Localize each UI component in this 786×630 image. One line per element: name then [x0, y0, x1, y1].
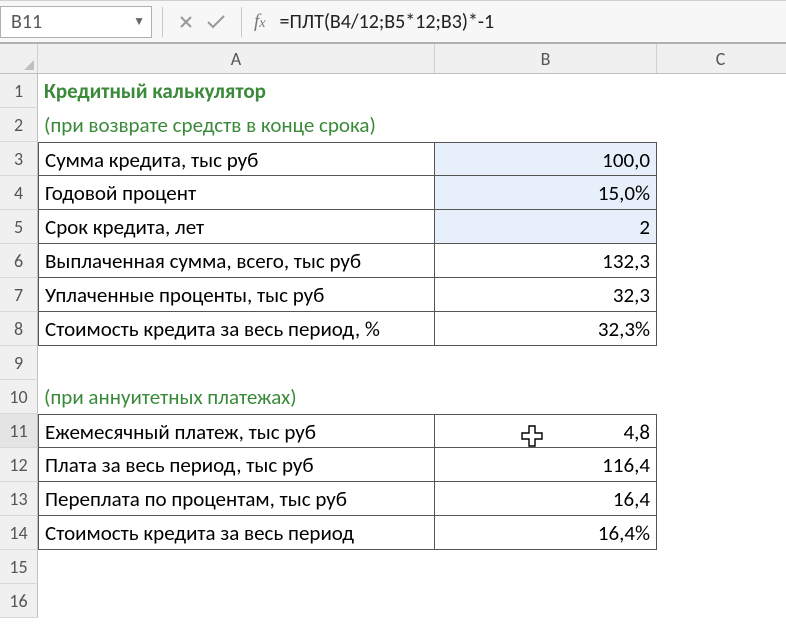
cell-A3[interactable]: Сумма кредита, тыс руб: [38, 142, 435, 176]
cell-C5[interactable]: [657, 210, 784, 244]
cell-B2[interactable]: [435, 108, 657, 142]
table-row: 7 Уплаченные проценты, тыс руб 32,3: [0, 278, 786, 312]
cell-B5[interactable]: 2: [435, 210, 657, 244]
row-header[interactable]: 1: [0, 74, 38, 108]
cell-A12[interactable]: Плата за весь период, тыс руб: [38, 448, 435, 482]
row-header[interactable]: 8: [0, 312, 38, 346]
table-row: 14 Стоимость кредита за весь период 16,4…: [0, 516, 786, 550]
col-header-A[interactable]: A: [38, 44, 435, 73]
enter-formula-button[interactable]: [201, 7, 231, 37]
table-row: 4 Годовой процент 15,0%: [0, 176, 786, 210]
cell-C14[interactable]: [657, 516, 784, 550]
row-header[interactable]: 16: [0, 584, 38, 618]
row-header[interactable]: 15: [0, 550, 38, 584]
table-row: 3 Сумма кредита, тыс руб 100,0: [0, 142, 786, 176]
cell-A8[interactable]: Стоимость кредита за весь период, %: [38, 312, 435, 346]
row-header[interactable]: 7: [0, 278, 38, 312]
cell-A15[interactable]: [38, 550, 435, 584]
cell-B6[interactable]: 132,3: [435, 244, 657, 278]
table-row: 9: [0, 346, 786, 380]
row-header[interactable]: 10: [0, 380, 38, 414]
name-box-value: B11: [11, 10, 133, 34]
table-row: 10 (при аннуитетных платежах): [0, 380, 786, 414]
table-row: 2 (при возврате средств в конце срока): [0, 108, 786, 142]
cell-C7[interactable]: [657, 278, 784, 312]
cell-B14[interactable]: 16,4%: [435, 516, 657, 550]
cell-B8[interactable]: 32,3%: [435, 312, 657, 346]
cell-A10[interactable]: (при аннуитетных платежах): [38, 380, 435, 414]
cell-A13[interactable]: Переплата по процентам, тыс руб: [38, 482, 435, 516]
row-header[interactable]: 6: [0, 244, 38, 278]
cell-A7[interactable]: Уплаченные проценты, тыс руб: [38, 278, 435, 312]
cell-C8[interactable]: [657, 312, 784, 346]
chevron-down-icon[interactable]: ▼: [133, 14, 145, 29]
table-row: 8 Стоимость кредита за весь период, % 32…: [0, 312, 786, 346]
col-header-C[interactable]: C: [657, 44, 784, 73]
table-row: 16: [0, 584, 786, 618]
select-all-corner[interactable]: [0, 44, 38, 73]
cell-A11[interactable]: Ежемесячный платеж, тыс руб: [38, 414, 435, 448]
fx-icon[interactable]: fx: [254, 11, 266, 33]
cell-C15[interactable]: [657, 550, 784, 584]
row-header[interactable]: 4: [0, 176, 38, 210]
col-header-B[interactable]: B: [435, 44, 657, 73]
cell-A4[interactable]: Годовой процент: [38, 176, 435, 210]
cell-C13[interactable]: [657, 482, 784, 516]
cell-C16[interactable]: [657, 584, 784, 618]
cell-A6[interactable]: Выплаченная сумма, всего, тыс руб: [38, 244, 435, 278]
divider: [162, 7, 163, 37]
cell-B9[interactable]: [435, 346, 657, 380]
cell-C1[interactable]: [657, 74, 784, 108]
cell-A14[interactable]: Стоимость кредита за весь период: [38, 516, 435, 550]
row-header[interactable]: 2: [0, 108, 38, 142]
cell-B11[interactable]: 4,8: [435, 414, 657, 448]
cancel-formula-button[interactable]: [171, 7, 201, 37]
cell-C11[interactable]: [657, 414, 784, 448]
cell-B7[interactable]: 32,3: [435, 278, 657, 312]
cell-A5[interactable]: Срок кредита, лет: [38, 210, 435, 244]
cell-B15[interactable]: [435, 550, 657, 584]
divider: [241, 7, 242, 37]
cell-B16[interactable]: [435, 584, 657, 618]
column-headers: A B C: [0, 44, 786, 74]
row-header[interactable]: 9: [0, 346, 38, 380]
cell-B3[interactable]: 100,0: [435, 142, 657, 176]
row-header[interactable]: 12: [0, 448, 38, 482]
table-row: 11 Ежемесячный платеж, тыс руб 4,8: [0, 414, 786, 448]
cell-C10[interactable]: [657, 380, 784, 414]
formula-input[interactable]: =ПЛТ(B4/12;B5*12;B3)*-1: [276, 8, 781, 36]
cell-A1[interactable]: Кредитный калькулятор: [38, 74, 435, 108]
cell-B10[interactable]: [435, 380, 657, 414]
cell-C4[interactable]: [657, 176, 784, 210]
table-row: 12 Плата за весь период, тыс руб 116,4: [0, 448, 786, 482]
row-header[interactable]: 3: [0, 142, 38, 176]
cell-B1[interactable]: [435, 74, 657, 108]
table-row: 1 Кредитный калькулятор: [0, 74, 786, 108]
cell-C6[interactable]: [657, 244, 784, 278]
spreadsheet-grid[interactable]: A B C 1 Кредитный калькулятор 2 (при воз…: [0, 44, 786, 618]
row-header[interactable]: 13: [0, 482, 38, 516]
name-box[interactable]: B11 ▼: [0, 6, 152, 38]
cell-C12[interactable]: [657, 448, 784, 482]
cell-B13[interactable]: 16,4: [435, 482, 657, 516]
cell-C2[interactable]: [657, 108, 784, 142]
cell-C9[interactable]: [657, 346, 784, 380]
cell-C3[interactable]: [657, 142, 784, 176]
cell-B12[interactable]: 116,4: [435, 448, 657, 482]
table-row: 15: [0, 550, 786, 584]
row-header[interactable]: 5: [0, 210, 38, 244]
formula-bar: B11 ▼ fx =ПЛТ(B4/12;B5*12;B3)*-1: [0, 0, 786, 44]
table-row: 13 Переплата по процентам, тыс руб 16,4: [0, 482, 786, 516]
cell-A9[interactable]: [38, 346, 435, 380]
cell-A16[interactable]: [38, 584, 435, 618]
cell-A2[interactable]: (при возврате средств в конце срока): [38, 108, 435, 142]
row-header[interactable]: 14: [0, 516, 38, 550]
table-row: 6 Выплаченная сумма, всего, тыс руб 132,…: [0, 244, 786, 278]
row-header[interactable]: 11: [0, 414, 38, 448]
table-row: 5 Срок кредита, лет 2: [0, 210, 786, 244]
cell-B4[interactable]: 15,0%: [435, 176, 657, 210]
